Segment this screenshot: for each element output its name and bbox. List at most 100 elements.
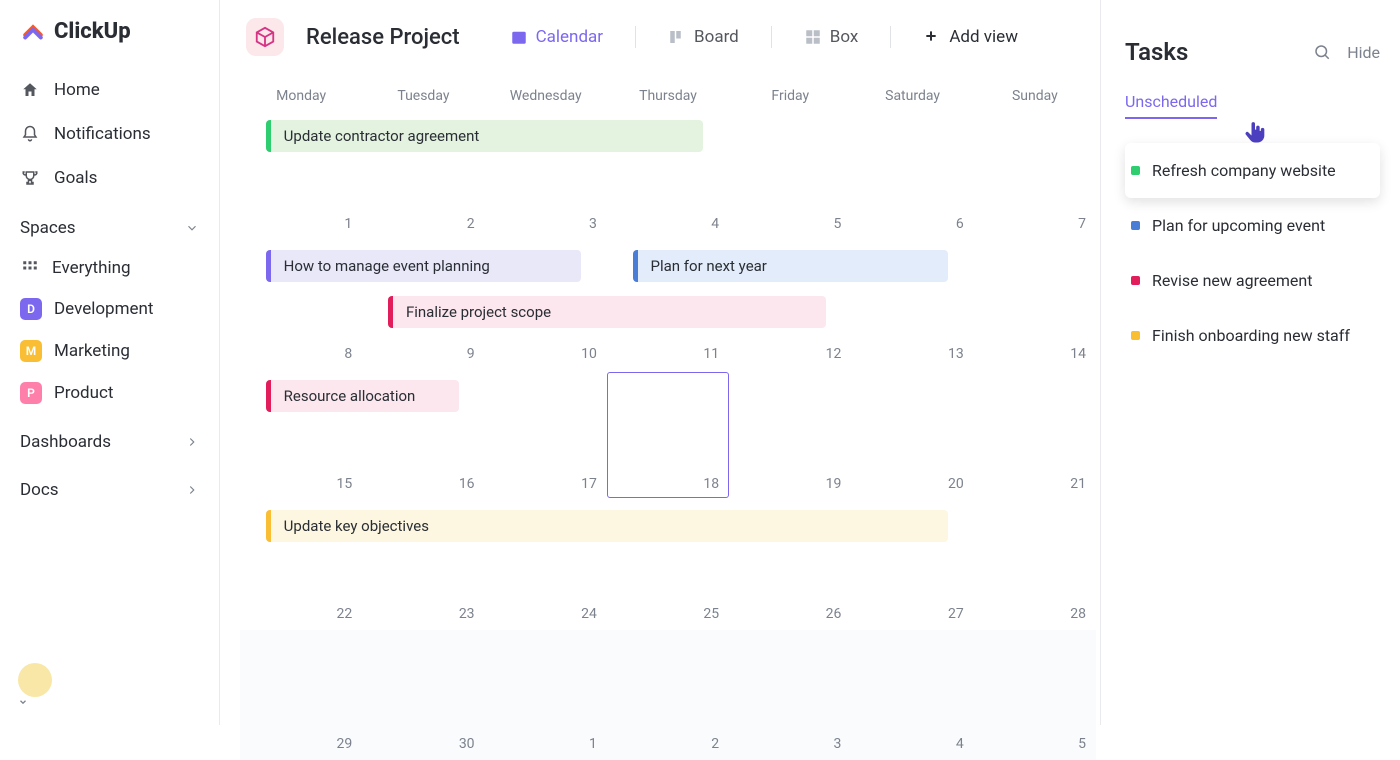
calendar-cell[interactable]: 14	[974, 240, 1096, 370]
date-number: 16	[459, 476, 475, 492]
event-color-bar	[388, 296, 393, 328]
calendar-event[interactable]: Update key objectives	[266, 510, 948, 542]
calendar-cell[interactable]: 1	[485, 630, 607, 760]
nav-label: Home	[54, 80, 100, 100]
chevron-right-icon	[185, 483, 199, 497]
tasks-tab-unscheduled[interactable]: Unscheduled	[1125, 92, 1217, 119]
task-label: Revise new agreement	[1152, 271, 1312, 290]
date-number: 20	[948, 476, 964, 492]
chevron-right-icon	[185, 435, 199, 449]
calendar-cell[interactable]: 20	[851, 370, 973, 500]
date-number: 24	[581, 606, 597, 622]
day-header: Saturday	[851, 88, 973, 104]
calendar-cell[interactable]: 2	[607, 630, 729, 760]
task-label: Finish onboarding new staff	[1152, 326, 1350, 345]
calendar-cell[interactable]: 3	[729, 630, 851, 760]
task-color-dot	[1131, 331, 1140, 340]
space-badge-icon: D	[20, 298, 42, 320]
task-item[interactable]: Plan for upcoming event	[1125, 198, 1380, 253]
calendar-cell[interactable]: 7	[974, 110, 1096, 240]
calendar-grid[interactable]: 1234567891011121314151617181920212223242…	[240, 110, 1096, 760]
date-number: 1	[589, 736, 597, 752]
date-number: 15	[337, 476, 353, 492]
app-name: ClickUp	[54, 19, 131, 44]
date-number: 2	[711, 736, 719, 752]
task-item[interactable]: Finish onboarding new staff	[1125, 308, 1380, 363]
event-color-bar	[633, 250, 638, 282]
nav-goals[interactable]: Goals	[0, 156, 219, 200]
date-number: 19	[826, 476, 842, 492]
sidebar-space[interactable]: PProduct	[0, 372, 219, 414]
calendar-cell[interactable]: 5	[729, 110, 851, 240]
home-icon	[20, 80, 40, 100]
date-number: 29	[337, 736, 353, 752]
day-header: Wednesday	[485, 88, 607, 104]
chevron-down-icon	[185, 221, 199, 235]
drop-target	[607, 372, 729, 498]
event-color-bar	[266, 250, 271, 282]
calendar-cell[interactable]: 28	[974, 500, 1096, 630]
view-tab-box[interactable]: Box	[794, 21, 869, 53]
date-number: 22	[337, 606, 353, 622]
calendar-cell[interactable]: 17	[485, 370, 607, 500]
calendar-event[interactable]: Update contractor agreement	[266, 120, 704, 152]
spaces-label: Spaces	[20, 218, 76, 238]
calendar-cell[interactable]: 21	[974, 370, 1096, 500]
tasks-list: Refresh company websitePlan for upcoming…	[1125, 143, 1380, 363]
day-header: Monday	[240, 88, 362, 104]
date-number: 26	[826, 606, 842, 622]
docs-header[interactable]: Docs	[0, 462, 219, 510]
task-color-dot	[1131, 166, 1140, 175]
chevron-down-icon[interactable]	[18, 697, 201, 707]
view-tab-label: Board	[694, 27, 739, 47]
day-header: Friday	[729, 88, 851, 104]
hide-button[interactable]: Hide	[1347, 43, 1380, 62]
calendar-cell[interactable]: 29	[240, 630, 362, 760]
sidebar-space[interactable]: DDevelopment	[0, 288, 219, 330]
search-icon[interactable]	[1313, 43, 1331, 61]
calendar-event[interactable]: Resource allocation	[266, 380, 459, 412]
project-cube-icon[interactable]	[246, 18, 284, 56]
add-view-button[interactable]: Add view	[913, 21, 1028, 53]
day-header: Tuesday	[362, 88, 484, 104]
task-item[interactable]: Revise new agreement	[1125, 253, 1380, 308]
app-logo[interactable]: ClickUp	[0, 18, 219, 68]
date-number: 9	[467, 346, 475, 362]
nav-notifications[interactable]: Notifications	[0, 112, 219, 156]
spaces-header[interactable]: Spaces	[0, 200, 219, 248]
bell-icon	[20, 124, 40, 144]
task-item[interactable]: Refresh company website	[1125, 143, 1380, 198]
calendar-event[interactable]: How to manage event planning	[266, 250, 581, 282]
calendar-cell[interactable]: 5	[974, 630, 1096, 760]
date-number: 12	[826, 346, 842, 362]
event-title: How to manage event planning	[284, 257, 490, 275]
spaces-list: DDevelopmentMMarketingPProduct	[0, 288, 219, 414]
calendar-cell[interactable]: 30	[362, 630, 484, 760]
user-avatar[interactable]	[18, 663, 52, 697]
date-number: 28	[1070, 606, 1086, 622]
calendar-event[interactable]: Finalize project scope	[388, 296, 826, 328]
date-number: 7	[1078, 216, 1086, 232]
date-number: 10	[581, 346, 597, 362]
calendar-cell[interactable]: 4	[851, 630, 973, 760]
primary-nav: Home Notifications Goals	[0, 68, 219, 200]
space-badge-icon: P	[20, 382, 42, 404]
event-color-bar	[266, 510, 271, 542]
view-tab-calendar[interactable]: Calendar	[500, 21, 613, 53]
view-tab-board[interactable]: Board	[658, 21, 749, 53]
sidebar-space[interactable]: MMarketing	[0, 330, 219, 372]
calendar-cell[interactable]: 19	[729, 370, 851, 500]
date-number: 17	[581, 476, 597, 492]
date-number: 4	[956, 736, 964, 752]
sidebar-everything[interactable]: Everything	[0, 248, 219, 288]
dashboards-label: Dashboards	[20, 432, 111, 452]
dashboards-header[interactable]: Dashboards	[0, 414, 219, 462]
date-number: 27	[948, 606, 964, 622]
calendar-event[interactable]: Plan for next year	[633, 250, 948, 282]
project-title: Release Project	[306, 25, 460, 50]
calendar-cell[interactable]: 6	[851, 110, 973, 240]
date-number: 3	[589, 216, 597, 232]
plus-icon	[923, 28, 941, 46]
nav-home[interactable]: Home	[0, 68, 219, 112]
add-view-label: Add view	[949, 27, 1018, 47]
